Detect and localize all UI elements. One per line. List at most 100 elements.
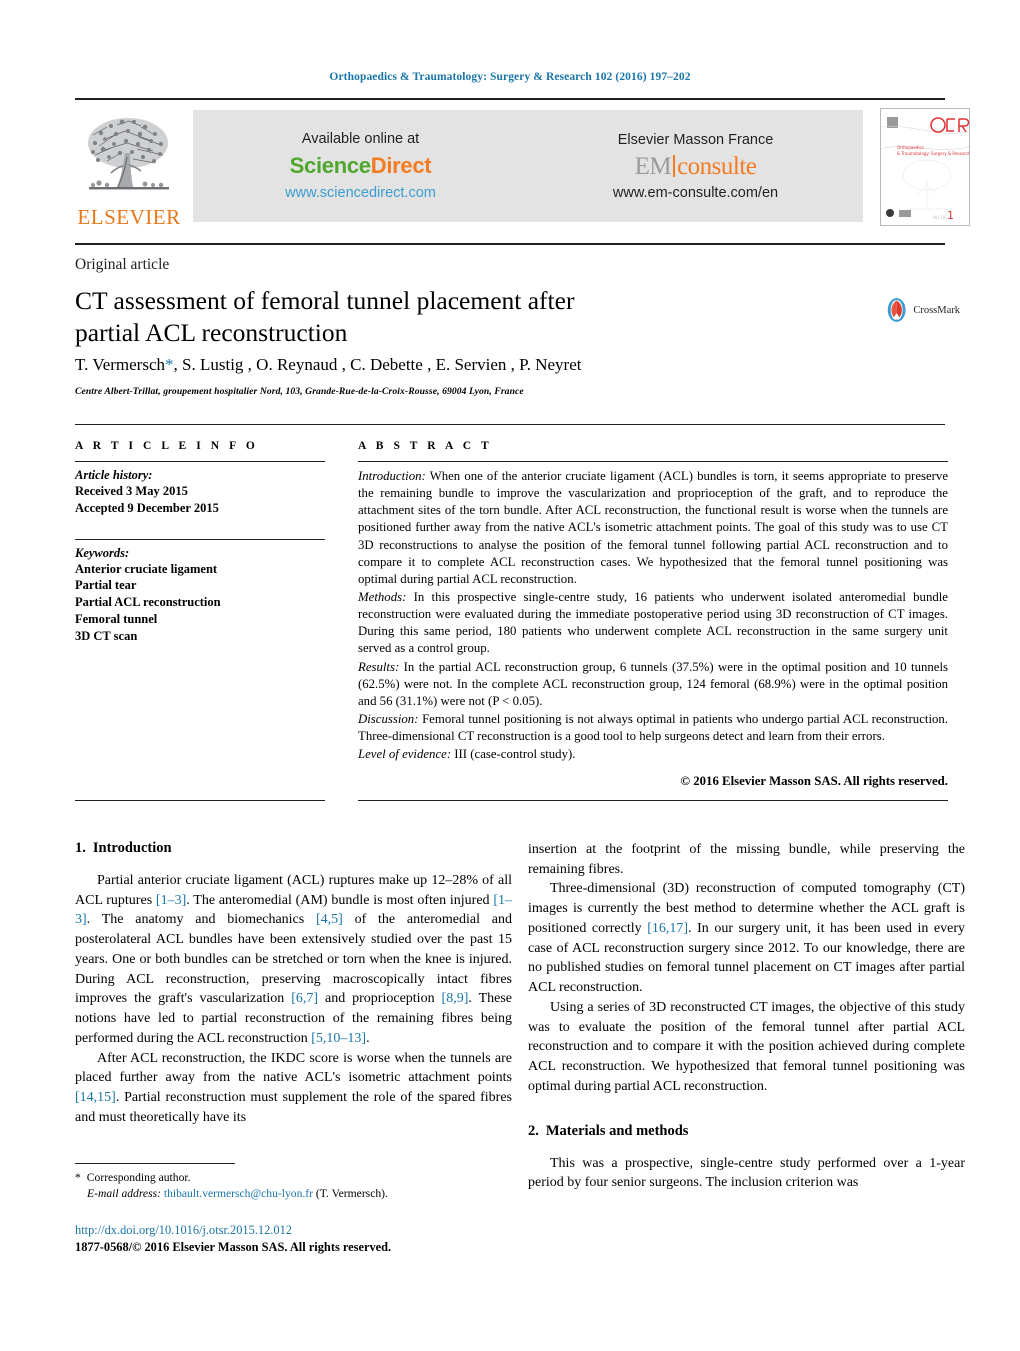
email-owner-text: (T. Vermersch).	[313, 1187, 388, 1201]
section-title: Materials and methods	[545, 1122, 689, 1139]
title-line-2: partial ACL reconstruction	[75, 317, 348, 347]
keyword-item: Anterior cruciate ligament	[75, 561, 218, 576]
abstract-column: A B S T R A C T Introduction: When one o…	[358, 440, 948, 789]
paper-page: Orthopaedics & Traumatology: Surgery & R…	[0, 0, 1020, 1351]
abstract-results-text: In the partial ACL reconstruction group,…	[358, 659, 948, 708]
abstract-methods: Methods: In this prospective single-cent…	[358, 589, 948, 658]
email-address-label: E-mail address:	[87, 1187, 161, 1201]
abstract-discussion-text: Femoral tunnel positioning is not always…	[358, 711, 948, 744]
citation-link[interactable]: [1–3]	[156, 893, 186, 908]
abstract-introduction: Introduction: When one of the anterior c…	[358, 468, 948, 588]
intro-paragraph-2-continued: insertion at the footprint of the missin…	[528, 842, 965, 877]
article-info-heading: A R T I C L E I N F O	[75, 440, 259, 452]
citation-link[interactable]: [4,5]	[316, 912, 343, 927]
abstract-copyright: © 2016 Elsevier Masson SAS. All rights r…	[680, 774, 948, 789]
sciencedirect-direct-text: Direct	[370, 153, 432, 178]
elsevier-wordmark: ELSEVIER	[77, 205, 181, 229]
section-heading-introduction: 1. Introduction	[75, 840, 512, 857]
em-suffix-text: consulte	[677, 152, 757, 180]
citation-link[interactable]: [8,9]	[442, 991, 469, 1006]
abstract-bottom-divider	[358, 800, 948, 801]
doi-link[interactable]: http://dx.doi.org/10.1016/j.otsr.2015.12…	[75, 1222, 575, 1239]
title-line-1: CT assessment of femoral tunnel placemen…	[75, 286, 575, 315]
intro-p1-part-e: and proprioception	[318, 991, 442, 1007]
email-address-link[interactable]: thibault.vermersch@chu-lyon.fr	[164, 1187, 313, 1200]
svg-text:1: 1	[947, 209, 954, 222]
abstract-evidence: Level of evidence: III (case-control stu…	[358, 746, 948, 763]
crossmark-label: CrossMark	[913, 304, 960, 316]
abstract-results: Results: In the partial ACL reconstructi…	[358, 659, 948, 710]
availability-banner: Available online at ScienceDirect www.sc…	[193, 110, 863, 222]
keywords-label: Keywords:	[75, 545, 130, 560]
citation-link[interactable]: [5,10–13]	[311, 1031, 366, 1046]
methods-paragraph-1: This was a prospective, single-centre st…	[528, 1155, 965, 1191]
body-column-left: 1. Introduction Partial anterior cruciate…	[75, 840, 512, 1128]
section-number: 1.	[75, 840, 86, 856]
citation-link[interactable]: [16,17]	[647, 921, 688, 936]
emconsulte-url-link[interactable]: www.em-consulte.com/en	[613, 185, 778, 201]
abstract-evidence-label: Level of evidence:	[358, 747, 452, 762]
intro-p1-part-b: . The anteromedial (AM) bundle is most o…	[186, 892, 494, 908]
intro-p1-part-c: . The anatomy and biomechanics	[86, 912, 316, 928]
citation-link[interactable]: [6,7]	[291, 991, 318, 1006]
citation-link[interactable]: [14,15]	[75, 1090, 116, 1105]
keyword-item: 3D CT scan	[75, 628, 138, 643]
abstract-heading: A B S T R A C T	[358, 440, 493, 452]
abstract-discussion: Discussion: Femoral tunnel positioning i…	[358, 711, 948, 745]
body-column-right: insertion at the footprint of the missin…	[528, 840, 965, 1193]
svg-text:& Traumatology: Surgery & Rese: & Traumatology: Surgery & Research	[897, 151, 969, 156]
abstract-methods-label: Methods:	[358, 589, 407, 604]
crossmark-icon	[887, 298, 906, 322]
section-title: Introduction	[92, 840, 172, 856]
keyword-item: Partial ACL reconstruction	[75, 595, 221, 609]
imprint-block: http://dx.doi.org/10.1016/j.otsr.2015.12…	[75, 1222, 575, 1257]
corresponding-author-text: Corresponding author.	[86, 1171, 191, 1184]
other-author-names: , S. Lustig , O. Reynaud , C. Debette , …	[173, 355, 582, 374]
accepted-date: Accepted 9 December 2015	[75, 500, 219, 515]
corresponding-author-note: * Corresponding author.	[75, 1170, 512, 1186]
elsevier-tree-icon	[88, 118, 169, 190]
svg-text:Orthopaedics: Orthopaedics	[897, 145, 924, 150]
abstract-rule	[358, 461, 948, 462]
author-list: T. Vermersch*, S. Lustig , O. Reynaud , …	[75, 355, 875, 375]
intro-p2-part-a: After ACL reconstruction, the IKDC score…	[75, 1050, 512, 1086]
article-info-rule	[75, 461, 325, 462]
article-history-label: Article history:	[75, 468, 153, 482]
article-info-column: A R T I C L E I N F O Article history: R…	[75, 440, 325, 644]
intro-p1-part-g: .	[366, 1030, 370, 1046]
email-note: E-mail address: thibault.vermersch@chu-l…	[75, 1186, 512, 1202]
intro-paragraph-2: After ACL reconstruction, the IKDC score…	[75, 1049, 512, 1128]
info-bottom-divider	[75, 800, 325, 801]
abstract-methods-text: In this prospective single-centre study,…	[358, 589, 948, 656]
intro-paragraph-3: Three-dimensional (3D) reconstruction of…	[528, 879, 965, 997]
section-heading-materials-methods: 2. Materials and methods	[528, 1123, 965, 1140]
section-number: 2.	[528, 1122, 539, 1139]
intro-paragraph-1: Partial anterior cruciate ligament (ACL)…	[75, 871, 512, 1049]
sciencedirect-science-text: Science	[289, 153, 371, 178]
abstract-introduction-label: Introduction:	[358, 469, 426, 483]
author-affiliation: Centre Albert-Trillat, groupement hospit…	[75, 386, 524, 397]
keyword-item: Partial tear	[75, 578, 137, 593]
em-prefix-text: EM	[634, 152, 672, 180]
masson-label: Elsevier Masson France	[617, 131, 774, 148]
crossmark-badge[interactable]: CrossMark	[884, 288, 960, 332]
em-divider-bar	[673, 154, 676, 177]
keyword-item: Femoral tunnel	[75, 611, 158, 626]
first-author-name: T. Vermersch	[75, 355, 166, 374]
footnote-divider	[75, 1163, 235, 1164]
abstract-discussion-label: Discussion:	[358, 711, 419, 726]
info-top-divider	[75, 424, 945, 425]
footnote-star-marker: *	[75, 1171, 81, 1184]
intro-paragraph-4: Using a series of 3D reconstructed CT im…	[528, 999, 965, 1094]
footnote-block: * Corresponding author. E-mail address: t…	[75, 1170, 512, 1203]
sciencedirect-url-link[interactable]: www.sciencedirect.com	[285, 185, 436, 201]
emconsulte-block: Elsevier Masson France EM consulte www.em…	[528, 110, 863, 222]
sciencedirect-block: Available online at ScienceDirect www.sc…	[193, 110, 528, 222]
elsevier-logo: ELSEVIER	[75, 106, 183, 228]
corresponding-author-marker: *	[165, 355, 174, 374]
abstract-evidence-text: III (case-control study).	[451, 747, 576, 762]
intro-p2-part-b: . Partial reconstruction must supplement…	[75, 1090, 512, 1125]
journal-cover-thumbnail: Orthopaedics & Traumatology: Surgery & R…	[880, 108, 970, 226]
sciencedirect-wordmark: ScienceDirect	[290, 153, 432, 179]
